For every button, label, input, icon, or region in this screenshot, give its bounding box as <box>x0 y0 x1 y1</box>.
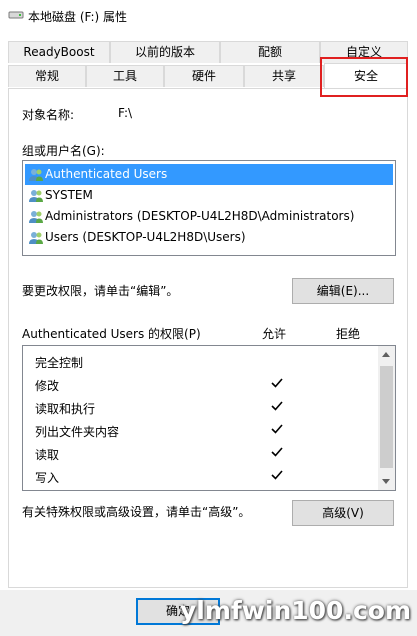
list-item-administrators[interactable]: Administrators (DESKTOP-U4L2H8D\Administ… <box>25 206 393 227</box>
object-name-label: 对象名称: <box>22 108 75 122</box>
list-item-label: Authenticated Users <box>45 167 168 181</box>
list-item-users[interactable]: Users (DESKTOP-U4L2H8D\Users) <box>25 227 393 248</box>
permission-name: 完全控制 <box>35 356 84 370</box>
users-icon <box>29 211 43 223</box>
users-icon <box>29 232 43 244</box>
tab-customize[interactable]: 自定义 <box>320 41 408 63</box>
list-item-label: SYSTEM <box>45 188 93 202</box>
tab-hardware[interactable]: 硬件 <box>164 65 244 87</box>
permission-name: 写入 <box>35 471 60 485</box>
permission-name: 读取 <box>35 448 60 462</box>
scroll-thumb[interactable] <box>380 366 393 468</box>
deny-header: 拒绝 <box>336 327 361 341</box>
check-icon <box>271 378 283 388</box>
object-name-value: F:\ <box>118 106 133 120</box>
list-item-authenticated-users[interactable]: Authenticated Users <box>25 164 393 185</box>
tab-quota[interactable]: 配额 <box>220 41 320 63</box>
permission-name: 读取和执行 <box>35 402 96 416</box>
check-icon <box>271 447 283 457</box>
groups-list[interactable]: Authenticated Users SYSTEM Administrator… <box>22 160 396 256</box>
permission-name: 修改 <box>35 379 60 393</box>
users-icon <box>29 190 43 202</box>
permission-row-read: 读取 <box>23 442 375 465</box>
title-bar: 本地磁盘 (F:) 属性 <box>0 0 417 30</box>
scroll-up-icon[interactable] <box>382 352 390 357</box>
permission-row-full-control: 完全控制 <box>23 350 375 373</box>
check-icon <box>271 470 283 480</box>
permissions-scrollbar[interactable] <box>378 346 395 490</box>
list-item-system[interactable]: SYSTEM <box>25 185 393 206</box>
advanced-hint: 有关特殊权限或高级设置，请单击“高级”。 <box>22 505 251 519</box>
tab-security[interactable]: 安全 <box>324 63 408 89</box>
users-icon <box>29 169 43 181</box>
advanced-button[interactable]: 高级(V) <box>292 500 394 526</box>
permissions-list[interactable]: 完全控制 修改 读取和执行 列出文件夹内容 读取 写入 <box>22 345 396 491</box>
check-icon <box>271 424 283 434</box>
list-item-label: Administrators (DESKTOP-U4L2H8D\Administ… <box>45 209 355 223</box>
permission-row-write: 写入 <box>23 465 375 488</box>
tab-general[interactable]: 常规 <box>8 65 86 87</box>
list-item-label: Users (DESKTOP-U4L2H8D\Users) <box>45 230 246 244</box>
tab-tools[interactable]: 工具 <box>86 65 164 87</box>
scroll-down-icon[interactable] <box>382 479 390 484</box>
edit-button[interactable]: 编辑(E)... <box>292 278 394 304</box>
drive-icon <box>8 11 24 19</box>
permission-row-modify: 修改 <box>23 373 375 396</box>
permission-row-list-folder: 列出文件夹内容 <box>23 419 375 442</box>
permission-name: 列出文件夹内容 <box>35 425 120 439</box>
window-title: 本地磁盘 (F:) 属性 <box>28 10 128 24</box>
allow-header: 允许 <box>262 327 287 341</box>
tab-sharing[interactable]: 共享 <box>244 65 324 87</box>
permission-row-read-execute: 读取和执行 <box>23 396 375 419</box>
check-icon <box>271 401 283 411</box>
edit-hint: 要更改权限，请单击“编辑”。 <box>22 284 179 298</box>
watermark: ylmfwin100.com <box>180 596 411 625</box>
groups-label: 组或用户名(G): <box>22 144 105 158</box>
tab-previous-versions[interactable]: 以前的版本 <box>110 41 220 63</box>
permissions-label: Authenticated Users 的权限(P) <box>22 327 201 341</box>
tab-readyboost[interactable]: ReadyBoost <box>8 41 110 63</box>
